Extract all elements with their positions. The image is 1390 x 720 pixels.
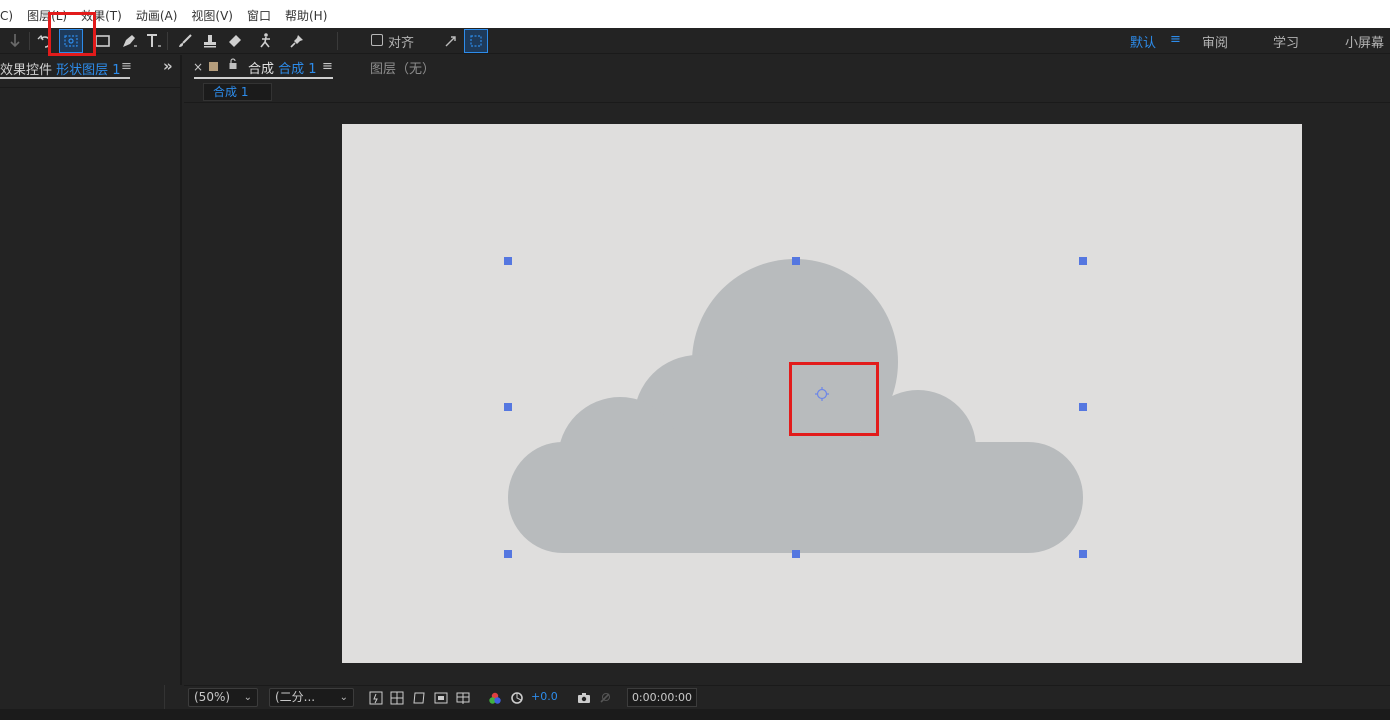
effect-controls-panel: 效果控件 形状图层 1 ≡ » xyxy=(0,55,182,685)
resolution-select[interactable]: (二分... ⌄ xyxy=(269,688,354,707)
composition-tab[interactable]: 合成 合成 1 xyxy=(248,58,317,77)
transform-handle[interactable] xyxy=(1079,403,1087,411)
workspace-learn[interactable]: 学习 xyxy=(1273,32,1299,51)
lock-icon[interactable] xyxy=(228,58,238,73)
roto-brush-tool-icon[interactable] xyxy=(254,29,278,53)
panel-divider xyxy=(164,685,165,709)
comp-canvas[interactable] xyxy=(342,124,1302,663)
effect-controls-layer-name: 形状图层 1 xyxy=(56,63,121,78)
viewer-footer: (50%) ⌄ (二分... ⌄ +0.0 0:00:00:00 xyxy=(184,685,1390,709)
chevron-down-icon: ⌄ xyxy=(339,692,348,703)
transform-handle[interactable] xyxy=(504,550,512,558)
transform-handle[interactable] xyxy=(1079,257,1087,265)
current-time-display[interactable]: 0:00:00:00 xyxy=(627,688,697,707)
composition-tab-prefix: 合成 xyxy=(248,62,275,77)
channel-icon[interactable] xyxy=(487,690,503,706)
snap-option-icon[interactable] xyxy=(439,29,463,53)
workspace-default[interactable]: 默认 xyxy=(1130,32,1156,51)
close-tab-icon[interactable]: × xyxy=(193,60,203,74)
comp-color-swatch xyxy=(209,62,218,71)
region-of-interest-icon[interactable] xyxy=(433,690,449,706)
status-strip xyxy=(0,709,1390,720)
effect-controls-tab-prefix: 效果控件 xyxy=(0,63,53,78)
selection-tool-icon[interactable] xyxy=(3,29,27,53)
menu-item-window[interactable]: 窗口 xyxy=(240,6,278,26)
workspace-small-screen[interactable]: 小屏幕 xyxy=(1345,32,1384,51)
effect-controls-tab[interactable]: 效果控件 形状图层 1 xyxy=(0,59,121,79)
tools-panel: 对齐 默认 ≡ 审阅 学习 小屏幕 xyxy=(0,28,1390,54)
active-tab-underline xyxy=(0,77,130,79)
cloud-shape[interactable] xyxy=(508,259,1083,553)
menu-item-view[interactable]: 视图(V) xyxy=(184,6,240,26)
grid-guides-icon[interactable] xyxy=(455,690,471,706)
snap-checkbox[interactable] xyxy=(371,34,383,46)
toolbar-divider xyxy=(29,32,30,50)
workspace-menu-icon[interactable]: ≡ xyxy=(1170,32,1181,47)
menu-item-layer[interactable]: 图层(L) xyxy=(20,6,74,26)
show-snapshot-icon[interactable] xyxy=(597,690,613,706)
left-panel-footer xyxy=(0,685,182,709)
snap-feature-icon[interactable] xyxy=(464,29,488,53)
menu-item-effect[interactable]: 效果(T) xyxy=(74,6,129,26)
transform-handle[interactable] xyxy=(504,403,512,411)
panel-menu-icon[interactable]: ≡ xyxy=(121,59,132,74)
mask-visibility-icon[interactable] xyxy=(411,690,427,706)
fast-previews-icon[interactable] xyxy=(368,690,384,706)
puppet-pin-tool-icon[interactable] xyxy=(285,29,309,53)
transform-handle[interactable] xyxy=(792,257,800,265)
pen-tool-icon[interactable] xyxy=(117,29,141,53)
magnification-value: (50%) xyxy=(194,690,231,704)
eraser-tool-icon[interactable] xyxy=(223,29,247,53)
panel-expand-icon[interactable]: » xyxy=(163,57,173,75)
comp-navigator-bar: 合成 1 xyxy=(184,81,1390,103)
comp-breadcrumb[interactable]: 合成 1 xyxy=(203,83,272,101)
reset-exposure-icon[interactable] xyxy=(509,690,525,706)
transform-handle[interactable] xyxy=(1079,550,1087,558)
composition-tab-name: 合成 1 xyxy=(278,62,317,77)
snapshot-icon[interactable] xyxy=(576,690,592,706)
after-effects-window: C) 图层(L) 效果(T) 动画(A) 视图(V) 窗口 帮助(H) 对齐 默… xyxy=(0,0,1390,720)
menu-bar: C) 图层(L) 效果(T) 动画(A) 视图(V) 窗口 帮助(H) xyxy=(0,0,1390,28)
toolbar-divider xyxy=(167,32,168,50)
pan-behind-tool-icon[interactable] xyxy=(59,29,83,53)
chevron-down-icon: ⌄ xyxy=(243,692,252,703)
menu-item-help[interactable]: 帮助(H) xyxy=(278,6,334,26)
transform-handle[interactable] xyxy=(792,550,800,558)
composition-viewer[interactable] xyxy=(184,104,1390,681)
workspace-review[interactable]: 审阅 xyxy=(1202,32,1228,51)
clone-stamp-tool-icon[interactable] xyxy=(198,29,222,53)
composition-panel: × 合成 合成 1 ≡ 图层（无） 合成 1 xyxy=(184,55,1390,685)
active-tab-underline xyxy=(194,77,333,79)
exposure-value[interactable]: +0.0 xyxy=(531,690,558,703)
cloud-shape-layer[interactable] xyxy=(342,124,1302,663)
transform-handle[interactable] xyxy=(504,257,512,265)
menu-item-animation[interactable]: 动画(A) xyxy=(129,6,185,26)
transparency-grid-icon[interactable] xyxy=(389,690,405,706)
toolbar-divider xyxy=(337,32,338,50)
type-tool-icon[interactable] xyxy=(141,29,165,53)
rectangle-tool-icon[interactable] xyxy=(91,29,115,53)
panel-menu-icon[interactable]: ≡ xyxy=(322,59,333,74)
composition-tab-bar: × 合成 合成 1 ≡ 图层（无） xyxy=(184,55,1390,81)
layer-tab[interactable]: 图层（无） xyxy=(370,58,435,77)
menu-item-edit[interactable]: C) xyxy=(0,6,20,26)
snap-label: 对齐 xyxy=(388,36,415,51)
panel-divider xyxy=(0,87,180,88)
brush-tool-icon[interactable] xyxy=(173,29,197,53)
magnification-select[interactable]: (50%) ⌄ xyxy=(188,688,258,707)
rotate-tool-icon[interactable] xyxy=(33,29,57,53)
resolution-value: (二分... xyxy=(275,690,316,704)
